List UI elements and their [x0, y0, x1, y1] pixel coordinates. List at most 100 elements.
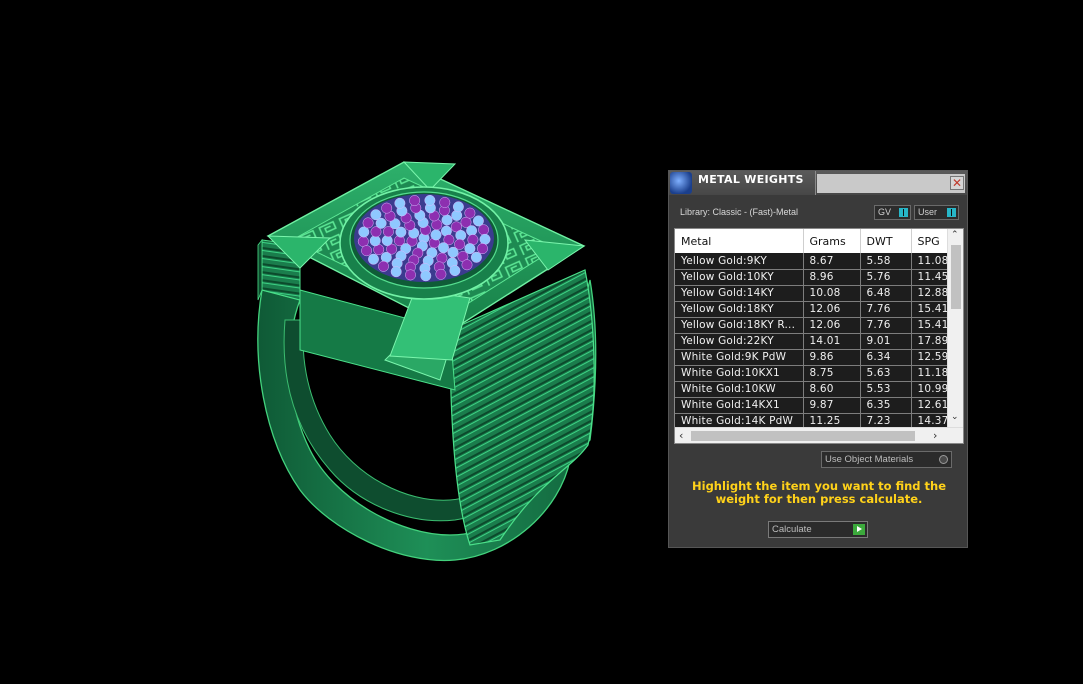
cell-dwt: 5.76	[860, 269, 912, 286]
scroll-right-icon[interactable]: ›	[933, 429, 937, 442]
cell-spg: 11.45	[911, 269, 947, 286]
column-header-dwt[interactable]: DWT	[860, 229, 912, 253]
horizontal-scroll-thumb[interactable]	[691, 431, 915, 441]
column-header-grams[interactable]: Grams	[803, 229, 861, 253]
calculate-button[interactable]: Calculate	[768, 521, 868, 538]
cell-metal: White Gold:10KW	[675, 381, 804, 398]
table-row[interactable]: White Gold:9K PdW 9.86 6.34 12.59	[675, 349, 947, 366]
cell-dwt: 5.63	[860, 365, 912, 382]
gemstone	[370, 209, 382, 221]
vertical-scroll-thumb[interactable]	[951, 245, 961, 309]
cell-spg: 15.41	[911, 317, 947, 334]
user-toggle-label: User	[918, 207, 938, 217]
column-header-spg[interactable]: SPG	[911, 229, 947, 253]
gemstone	[464, 207, 476, 219]
gemstone	[447, 246, 459, 258]
use-object-materials-label: Use Object Materials	[825, 454, 914, 465]
cell-spg: 11.08	[911, 253, 947, 270]
gemstone	[405, 269, 416, 281]
gemstone	[394, 197, 406, 209]
horizontal-scrollbar[interactable]: ‹ ›	[675, 427, 963, 443]
table-row[interactable]: Yellow Gold:10KY 8.96 5.76 11.45	[675, 269, 947, 286]
cell-metal: Yellow Gold:18KY	[675, 301, 804, 318]
gemstone	[470, 251, 482, 263]
cell-metal: Yellow Gold:18KY R...	[675, 317, 804, 334]
cell-spg: 12.59	[911, 349, 947, 366]
toggle-indicator-icon	[947, 208, 956, 217]
title-tab-divider	[815, 171, 816, 195]
gemstone	[390, 266, 402, 278]
gemstone	[378, 260, 389, 272]
cell-metal: Yellow Gold:22KY	[675, 333, 804, 350]
panel-titlebar[interactable]: METAL WEIGHTS ✕	[669, 171, 967, 195]
gemstone	[357, 236, 369, 247]
table-header-row: Metal Grams DWT SPG	[675, 229, 947, 253]
cell-dwt: 6.34	[860, 349, 912, 366]
gemstone	[362, 217, 374, 229]
instruction-text: Highlight the item you want to find the …	[692, 479, 946, 506]
cell-metal: Yellow Gold:14KY	[675, 285, 804, 302]
ring-model[interactable]	[0, 0, 650, 684]
table-row[interactable]: Yellow Gold:14KY 10.08 6.48 12.88	[675, 285, 947, 302]
cell-dwt: 6.35	[860, 397, 912, 414]
gemstone	[381, 202, 393, 214]
cell-dwt: 5.53	[860, 381, 912, 398]
scroll-left-icon[interactable]: ‹	[679, 429, 683, 442]
title-drag-area[interactable]	[817, 174, 965, 193]
3d-viewport[interactable]	[0, 0, 650, 684]
gemstone	[439, 197, 451, 208]
cell-grams: 9.86	[803, 349, 861, 366]
table-row[interactable]: White Gold:10KX1 8.75 5.63 11.18	[675, 365, 947, 382]
use-object-materials-toggle[interactable]: Use Object Materials	[821, 451, 952, 468]
cell-dwt: 5.58	[860, 253, 912, 270]
gemstone	[441, 214, 453, 226]
scroll-down-icon[interactable]: ⌄	[951, 412, 959, 422]
play-arrow-icon	[853, 524, 865, 535]
gv-toggle[interactable]: GV	[874, 205, 911, 220]
cell-metal: White Gold:14K PdW	[675, 413, 804, 427]
metal-table-viewport[interactable]: Metal Grams DWT SPG Yellow Gold:9KY 8.67 5…	[675, 229, 947, 427]
table-row[interactable]: White Gold:10KW 8.60 5.53 10.99	[675, 381, 947, 398]
cell-metal: White Gold:9K PdW	[675, 349, 804, 366]
cell-spg: 17.89	[911, 333, 947, 350]
table-row[interactable]: Yellow Gold:22KY 14.01 9.01 17.89	[675, 333, 947, 350]
close-icon[interactable]: ✕	[950, 176, 964, 190]
cell-dwt: 7.76	[860, 317, 912, 334]
cell-spg: 12.61	[911, 397, 947, 414]
cell-grams: 14.01	[803, 333, 861, 350]
cell-metal: Yellow Gold:9KY	[675, 253, 804, 270]
user-toggle[interactable]: User	[914, 205, 959, 220]
column-header-metal[interactable]: Metal	[675, 229, 804, 253]
table-row[interactable]: Yellow Gold:18KY R... 12.06 7.76 15.41	[675, 317, 947, 334]
gemstone	[478, 224, 490, 236]
gemstone	[358, 226, 370, 238]
cell-grams: 12.06	[803, 317, 861, 334]
metal-table: Metal Grams DWT SPG Yellow Gold:9KY 8.67 5…	[674, 228, 964, 444]
cell-spg: 12.88	[911, 285, 947, 302]
table-row[interactable]: White Gold:14KX1 9.87 6.35 12.61	[675, 397, 947, 414]
cell-dwt: 9.01	[860, 333, 912, 350]
cell-grams: 8.67	[803, 253, 861, 270]
cell-dwt: 6.48	[860, 285, 912, 302]
gemstone	[361, 245, 373, 257]
radio-icon	[939, 455, 948, 464]
gemstone	[466, 225, 478, 237]
cell-spg: 11.18	[911, 365, 947, 382]
table-row[interactable]: Yellow Gold:18KY 12.06 7.76 15.41	[675, 301, 947, 318]
vertical-scrollbar[interactable]: ⌃ ⌄	[947, 229, 963, 427]
cell-metal: White Gold:10KX1	[675, 365, 804, 382]
cell-spg: 15.41	[911, 301, 947, 318]
cell-spg: 14.37	[911, 413, 947, 427]
library-label: Library: Classic - (Fast)-Metal	[680, 207, 799, 217]
table-row[interactable]: Yellow Gold:9KY 8.67 5.58 11.08	[675, 253, 947, 270]
cell-grams: 12.06	[803, 301, 861, 318]
cell-grams: 11.25	[803, 413, 861, 427]
gemstone	[420, 270, 432, 282]
cell-grams: 8.75	[803, 365, 861, 382]
scroll-up-icon[interactable]: ⌃	[951, 230, 959, 240]
gemstone	[461, 259, 473, 271]
matrix-logo-icon	[670, 172, 692, 194]
gemstone	[452, 201, 464, 213]
cell-grams: 10.08	[803, 285, 861, 302]
table-row[interactable]: White Gold:14K PdW 11.25 7.23 14.37	[675, 413, 947, 427]
